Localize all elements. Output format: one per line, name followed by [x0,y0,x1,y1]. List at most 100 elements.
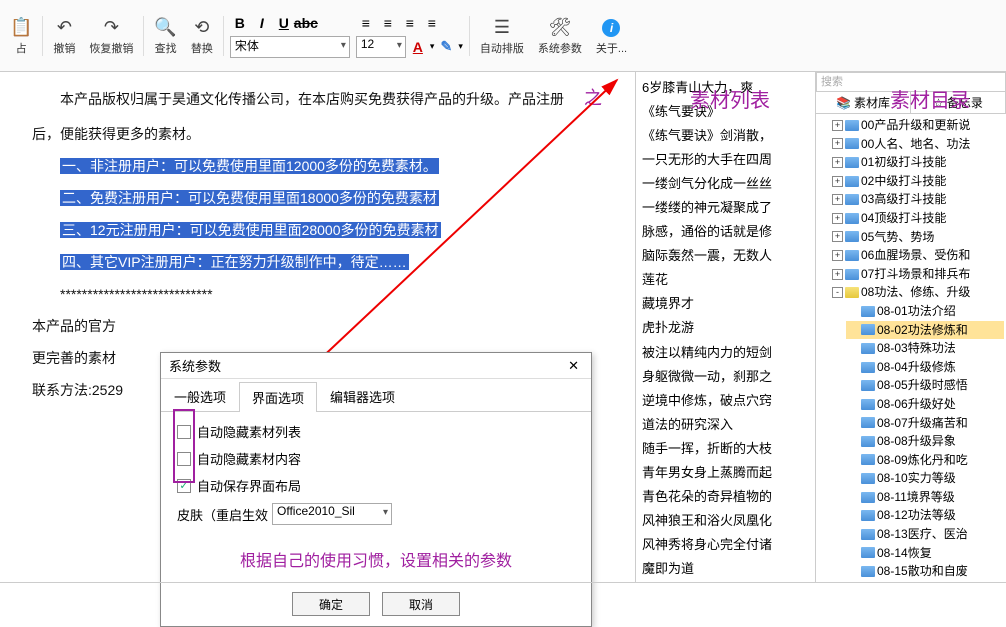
tree-item[interactable]: +06血腥场景、受伤和 [832,246,1004,265]
list-item[interactable]: 随手一挥，折断的大枝 [642,437,809,461]
tab-editor[interactable]: 编辑器选项 [317,381,408,411]
undo-button[interactable]: ↶撤销 [47,14,81,58]
expand-icon[interactable]: + [832,269,843,280]
list-item[interactable]: 《练气要诀》 [642,100,809,124]
tree-item[interactable]: 08-05升级时感悟 [846,376,1004,395]
highlight-button[interactable]: ✎ [436,38,456,56]
tree-item[interactable]: 08-13医疗、医治 [846,525,1004,544]
list-item[interactable]: 虎扑龙游 [642,316,809,340]
expand-icon[interactable]: - [832,287,843,298]
list-item[interactable]: 逆境中修炼，破点穴窍 [642,389,809,413]
tree-search[interactable]: 搜索 [816,72,1006,92]
tab-general[interactable]: 一般选项 [161,381,239,411]
tree-item[interactable]: 08-10实力等级 [846,469,1004,488]
list-item[interactable]: 脑际轰然一震，无数人 [642,244,809,268]
list-item[interactable]: 被注以精纯内力的短剑 [642,341,809,365]
bold-button[interactable]: B [230,14,250,32]
tree-item[interactable]: 08-04升级修炼 [846,358,1004,377]
tree-item[interactable]: -08功法、修练、升级 [832,283,1004,302]
italic-button[interactable]: I [252,14,272,32]
align-justify-button[interactable]: ≡ [422,14,442,32]
list-item[interactable]: 青年男女身上蒸腾而起 [642,461,809,485]
expand-icon[interactable]: + [832,231,843,242]
tree-item[interactable]: +01初级打斗技能 [832,153,1004,172]
tree-item[interactable]: +05气势、势场 [832,228,1004,247]
ok-button[interactable]: 确定 [292,592,370,616]
close-icon[interactable]: ✕ [564,358,583,374]
tree-tab-memo[interactable]: ☆备忘录 [911,92,1006,113]
tree-item[interactable]: 08-02功法修炼和 [846,321,1004,340]
expand-icon[interactable]: + [832,213,843,224]
list-item[interactable]: 风神秀将身心完全付诸 [642,533,809,557]
list-item[interactable]: 一只无形的大手在四周 [642,148,809,172]
tree-item[interactable]: 08-01功法介绍 [846,302,1004,321]
autolayout-button[interactable]: ☰自动排版 [474,14,530,58]
redo-button[interactable]: ↷恢复撤销 [83,14,139,58]
list-item[interactable]: 青色花朵的奇异植物的 [642,485,809,509]
tree-item[interactable]: 08-07升级痛苦和 [846,414,1004,433]
sysparams-button[interactable]: 🛠系统参数 [532,14,588,58]
tree-label: 08-13医疗、医治 [877,525,968,544]
size-select[interactable]: 12 [356,36,406,58]
about-button[interactable]: i关于... [590,14,633,58]
skin-select[interactable]: Office2010_Sil [272,503,392,525]
list-item[interactable]: 魔即为道 [642,557,809,581]
tree-item[interactable]: +03高级打斗技能 [832,190,1004,209]
expand-icon[interactable]: + [832,138,843,149]
font-color-button[interactable]: A [408,38,428,56]
expand-icon[interactable]: + [832,120,843,131]
dialog-annotation: 根据自己的使用习惯，设置相关的参数 [177,547,575,571]
check-hide-list[interactable] [177,425,191,439]
replace-button[interactable]: ⟲替换 [185,14,219,58]
font-select[interactable]: 宋体 [230,36,350,58]
list-item[interactable]: 一缕缕的神元凝聚成了 [642,196,809,220]
list-item[interactable]: 道法的研究深入 [642,413,809,437]
list-item[interactable]: 藏境界才 [642,292,809,316]
list-item[interactable]: 莲花 [642,268,809,292]
list-item[interactable]: 一缕剑气分化成一丝丝 [642,172,809,196]
dialog-titlebar[interactable]: 系统参数 ✕ [161,353,591,379]
expand-icon[interactable]: + [832,194,843,205]
align-left-button[interactable]: ≡ [356,14,376,32]
list-item[interactable]: 脉感，通俗的话就是修 [642,220,809,244]
folder-icon [861,473,875,484]
autolayout-icon: ☰ [494,16,510,40]
list-item[interactable]: 身躯微微一动，刹那之 [642,365,809,389]
tree-item[interactable]: 08-03特殊功法 [846,339,1004,358]
highlight-drop-icon[interactable]: ▾ [458,41,463,52]
folder-icon [845,176,859,187]
expand-icon[interactable]: + [832,176,843,187]
list-item[interactable]: 《练气要诀》剑消散， [642,124,809,148]
tree-item[interactable]: 08-08升级异象 [846,432,1004,451]
tree-item[interactable]: 08-15散功和自废 [846,562,1004,581]
list-item[interactable]: 6岁膝青山大力，爽 [642,76,809,100]
tab-interface[interactable]: 界面选项 [239,382,317,412]
tree-label: 06血腥场景、受伤和 [861,246,970,265]
tree-item[interactable]: +02中级打斗技能 [832,172,1004,191]
expand-icon[interactable]: + [832,157,843,168]
tree-label: 08-06升级好处 [877,395,956,414]
list-item[interactable]: 风神狼王和浴火凤凰化 [642,509,809,533]
tree-item[interactable]: 08-12功法等级 [846,506,1004,525]
tree-item[interactable]: +00产品升级和更新说 [832,116,1004,135]
tree-item[interactable]: +04顶级打斗技能 [832,209,1004,228]
tree-tab-library[interactable]: 📚素材库 [816,92,911,113]
paste-button[interactable]: 📋占 [4,14,38,58]
strike-button[interactable]: abc [296,14,316,32]
font-color-drop-icon[interactable]: ▾ [430,41,435,52]
tree-item[interactable]: 08-06升级好处 [846,395,1004,414]
check-save-layout[interactable]: ✓ [177,479,191,493]
tree-item[interactable]: +00人名、地名、功法 [832,135,1004,154]
tree-item[interactable]: 08-11境界等级 [846,488,1004,507]
material-tree[interactable]: +00产品升级和更新说+00人名、地名、功法+01初级打斗技能+02中级打斗技能… [816,114,1006,582]
find-button[interactable]: 🔍查找 [148,14,182,58]
align-center-button[interactable]: ≡ [378,14,398,32]
tree-item[interactable]: 08-14恢复 [846,544,1004,563]
underline-button[interactable]: U [274,14,294,32]
tree-item[interactable]: 08-09炼化丹和吃 [846,451,1004,470]
align-right-button[interactable]: ≡ [400,14,420,32]
tree-item[interactable]: +07打斗场景和排兵布 [832,265,1004,284]
check-hide-content[interactable] [177,452,191,466]
expand-icon[interactable]: + [832,250,843,261]
cancel-button[interactable]: 取消 [382,592,460,616]
